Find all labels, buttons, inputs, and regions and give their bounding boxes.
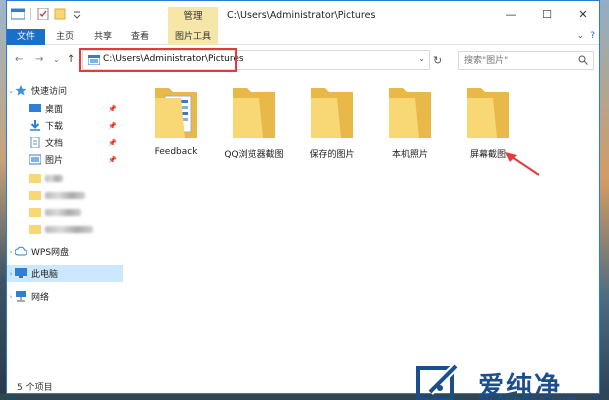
sidebar-item-wps-cloud[interactable]: › WPS网盘 <box>7 243 123 260</box>
annotation-arrow <box>505 152 540 176</box>
refresh-icon[interactable]: ↻ <box>433 54 442 67</box>
sidebar-item-network[interactable]: › 网络 <box>7 288 123 305</box>
folder-icon <box>29 208 41 217</box>
minimize-button[interactable]: — <box>493 5 529 25</box>
watermark-url: aichunjing.com <box>478 394 578 400</box>
file-list: Feedback QQ浏览器截图 保存的图片 本机照片 屏幕截图 <box>123 79 599 371</box>
redacted-label <box>45 175 63 182</box>
computer-icon <box>15 268 27 278</box>
sidebar-item-this-pc[interactable]: › 此电脑 <box>7 265 123 282</box>
folder-icon <box>467 88 509 138</box>
folder-label: 保存的图片 <box>309 150 355 160</box>
address-highlight-box <box>79 48 237 72</box>
title-bar: 管理 C:\Users\Administrator\Pictures — ☐ ✕ <box>7 1 599 29</box>
folder-label: 本机照片 <box>391 150 428 160</box>
ribbon-expand-icon[interactable]: ⌄ <box>577 31 585 41</box>
aichunjing-logo-icon <box>416 363 459 400</box>
recent-locations-icon[interactable]: ⌄ <box>53 55 60 64</box>
folder-item-qq-browser-screenshots[interactable]: QQ浏览器截图 <box>215 79 293 169</box>
chevron-right-icon[interactable]: › <box>7 248 15 256</box>
folder-icon <box>233 88 275 138</box>
up-icon[interactable]: ↑ <box>67 54 75 65</box>
redacted-label <box>45 209 81 216</box>
chevron-down-icon[interactable]: ⌄ <box>7 87 15 95</box>
address-dropdown-icon[interactable]: ⌄ <box>418 54 425 63</box>
sidebar-item-label: 下载 <box>45 122 64 132</box>
folder-icon <box>29 191 41 200</box>
folder-label: Feedback <box>154 147 198 157</box>
chevron-right-icon[interactable]: › <box>7 270 15 278</box>
sidebar-item-label: 文档 <box>45 139 64 149</box>
folder-icon <box>389 88 431 138</box>
window-title: C:\Users\Administrator\Pictures <box>227 10 376 21</box>
item-count: 5 个项目 <box>17 383 53 393</box>
folder-icon <box>155 88 197 138</box>
desktop-background-right <box>600 0 609 400</box>
maximize-button[interactable]: ☐ <box>529 5 565 25</box>
pin-icon[interactable]: 📌 <box>108 139 117 147</box>
tab-share[interactable]: 共享 <box>91 29 115 45</box>
desktop-icon <box>29 104 41 112</box>
sidebar-item-pictures[interactable]: 图片 📌 <box>7 151 123 168</box>
folder-item-camera-roll[interactable]: 本机照片 <box>371 79 449 169</box>
sidebar-item-desktop[interactable]: 桌面 📌 <box>7 100 123 117</box>
pin-icon[interactable]: 📌 <box>108 122 117 130</box>
tab-home[interactable]: 主页 <box>53 29 77 45</box>
cloud-icon <box>15 246 27 256</box>
sidebar-item-documents[interactable]: 文档 📌 <box>7 134 123 151</box>
ribbon-tabs: 文件 主页 共享 查看 图片工具 ⌄ ? <box>7 29 599 45</box>
sidebar-item-quick-access[interactable]: ⌄ 快速访问 <box>7 82 123 99</box>
document-icon <box>30 137 40 148</box>
navigation-pane: ⌄ 快速访问 桌面 📌 下载 📌 文档 📌 图片 📌 › WPS网盘 › 此电脑… <box>7 79 123 371</box>
sidebar-item-label: 网络 <box>31 293 50 303</box>
sidebar-item-label: WPS网盘 <box>31 248 70 258</box>
chevron-right-icon[interactable]: › <box>7 293 15 301</box>
file-explorer-window: 管理 C:\Users\Administrator\Pictures — ☐ ✕… <box>6 0 600 394</box>
tab-file[interactable]: 文件 <box>7 29 45 45</box>
pin-icon[interactable]: 📌 <box>108 105 117 113</box>
pin-icon[interactable]: 📌 <box>108 156 117 164</box>
sidebar-item-label: 此电脑 <box>31 270 59 280</box>
quick-access-toolbar <box>11 8 84 20</box>
sidebar-item-label: 快速访问 <box>31 87 68 97</box>
pictures-icon <box>29 154 41 165</box>
sidebar-item-label: 桌面 <box>45 105 64 115</box>
sidebar-item-redacted-folder[interactable] <box>7 170 123 187</box>
sidebar-item-redacted-folder[interactable] <box>7 221 123 238</box>
star-icon <box>15 85 27 96</box>
customize-toolbar-icon[interactable] <box>70 8 84 20</box>
sidebar-item-downloads[interactable]: 下载 📌 <box>7 117 123 134</box>
folder-item-feedback[interactable]: Feedback <box>137 79 215 169</box>
forward-icon[interactable]: → <box>35 54 43 65</box>
folder-icon <box>29 225 41 234</box>
sidebar-item-label: 图片 <box>45 156 64 166</box>
help-icon[interactable]: ? <box>590 31 595 41</box>
explorer-app-icon <box>11 8 25 20</box>
manage-context-tab[interactable]: 管理 <box>168 7 218 29</box>
search-box[interactable] <box>458 51 594 70</box>
address-row: ← → ⌄ ↑ C:\Users\Administrator\Pictures … <box>7 46 599 74</box>
tab-picture-tools[interactable]: 图片工具 <box>168 29 218 45</box>
network-icon <box>16 291 26 302</box>
redacted-label <box>45 192 85 199</box>
properties-icon[interactable] <box>36 8 50 20</box>
back-icon[interactable]: ← <box>15 54 23 65</box>
close-button[interactable]: ✕ <box>565 5 599 25</box>
search-input[interactable] <box>459 52 577 69</box>
ribbon-right-controls: ⌄ ? <box>577 31 595 41</box>
folder-icon <box>29 174 41 183</box>
tab-view[interactable]: 查看 <box>128 29 152 45</box>
sidebar-item-redacted-folder[interactable] <box>7 204 123 221</box>
download-icon <box>30 120 40 131</box>
watermark: 爱纯净 aichunjing.com <box>408 363 609 400</box>
sidebar-item-redacted-folder[interactable] <box>7 187 123 204</box>
folder-icon <box>311 88 353 138</box>
folder-label: QQ浏览器截图 <box>224 150 284 160</box>
redacted-label <box>45 226 93 233</box>
folder-item-saved-pictures[interactable]: 保存的图片 <box>293 79 371 169</box>
search-icon[interactable] <box>578 55 588 65</box>
new-folder-icon[interactable] <box>53 8 67 20</box>
